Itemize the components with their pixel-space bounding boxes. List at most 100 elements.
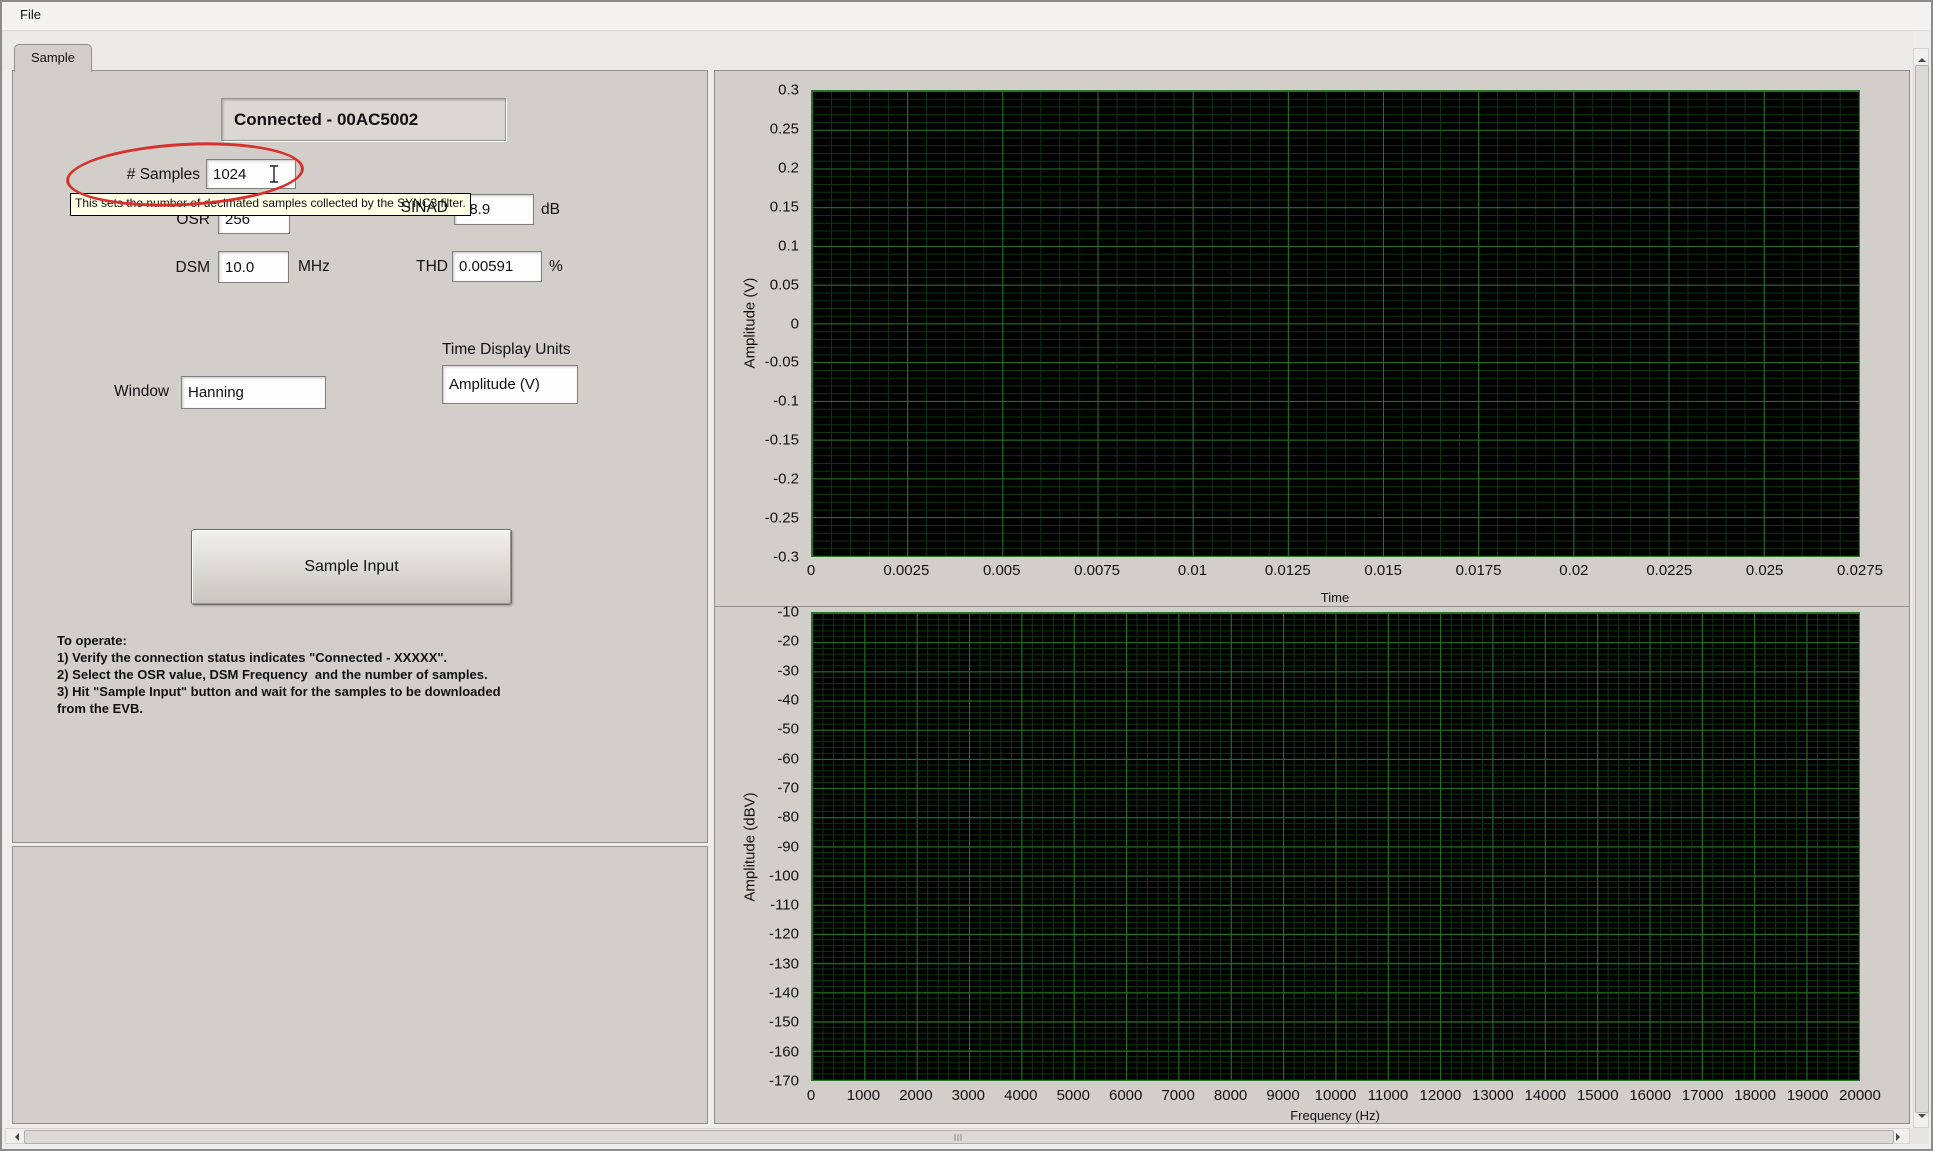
x-tick-label: 19000 [1787,1087,1829,1104]
time-plot-area [811,90,1860,557]
y-tick-label: -130 [769,955,799,972]
y-tick-label: -80 [777,809,799,826]
x-tick-label: 15000 [1577,1087,1619,1104]
tab-strip: Sample [2,31,1914,70]
sinad-unit: dB [541,201,560,219]
y-tick-label: 0.25 [770,120,799,137]
y-tick-label: -0.25 [765,510,799,527]
x-tick-label: 8000 [1214,1087,1247,1104]
x-tick-label: 9000 [1266,1087,1299,1104]
x-tick-label: 1000 [847,1087,880,1104]
window-label: Window [114,383,169,401]
vertical-scrollbar-thumb[interactable] [1915,65,1929,1113]
scroll-down-arrow-icon[interactable] [1918,1114,1926,1122]
y-tick-label: 0.05 [770,276,799,293]
x-tick-label: 13000 [1472,1087,1514,1104]
y-tick-label: -50 [777,721,799,738]
x-tick-label: 10000 [1315,1087,1357,1104]
instructions-line: To operate: [57,633,127,648]
menu-bar: File [2,2,1931,31]
x-tick-label: 0.0225 [1646,562,1692,579]
tab-sample[interactable]: Sample [14,44,92,72]
time-plot-x-ticks: 00.00250.0050.00750.010.01250.0150.01750… [811,562,1860,582]
menu-file[interactable]: File [10,2,51,27]
y-tick-label: -110 [770,897,799,914]
x-tick-label: 16000 [1629,1087,1671,1104]
y-tick-label: -90 [777,838,799,855]
x-tick-label: 20000 [1839,1087,1881,1104]
instructions-line: 2) Select the OSR value, DSM Frequency a… [57,667,488,682]
y-tick-label: -120 [769,926,799,943]
thd-unit: % [549,258,563,276]
instructions-line: from the EVB. [57,701,143,716]
y-tick-label: -160 [769,1043,799,1060]
scroll-up-arrow-icon[interactable] [1918,54,1926,62]
y-tick-label: -10 [777,604,799,621]
x-tick-label: 5000 [1057,1087,1090,1104]
freq-plot-area [811,612,1860,1081]
x-tick-label: 0.01 [1178,562,1207,579]
samples-label: # Samples [102,166,200,184]
x-tick-label: 14000 [1524,1087,1566,1104]
x-tick-label: 0.02 [1559,562,1588,579]
y-tick-label: 0.2 [778,159,799,176]
x-tick-label: 0.025 [1746,562,1784,579]
x-tick-label: 0.0025 [883,562,929,579]
x-tick-label: 0 [807,562,815,579]
y-tick-label: -60 [777,750,799,767]
y-tick-label: -70 [777,779,799,796]
x-tick-label: 0.0175 [1456,562,1502,579]
x-tick-label: 6000 [1109,1087,1142,1104]
y-tick-label: -0.15 [765,432,799,449]
y-tick-label: 0.1 [778,237,799,254]
x-tick-label: 0.0125 [1265,562,1311,579]
window-select[interactable]: Hanning [181,376,326,409]
x-tick-label: 18000 [1734,1087,1776,1104]
x-tick-label: 12000 [1420,1087,1462,1104]
x-tick-label: 11000 [1368,1087,1409,1104]
x-tick-label: 4000 [1004,1087,1037,1104]
time-plot-y-ticks: 0.30.250.20.150.10.050-0.05-0.1-0.15-0.2… [747,90,805,557]
x-tick-label: 17000 [1682,1087,1724,1104]
x-tick-label: 7000 [1161,1087,1194,1104]
x-tick-label: 0.005 [983,562,1021,579]
time-display-units-label: Time Display Units [442,341,571,359]
scroll-right-arrow-icon[interactable] [1896,1133,1904,1141]
y-tick-label: -40 [777,691,799,708]
y-tick-label: -20 [777,633,799,650]
sinad-label: SINAD [382,199,448,217]
scrollbar-grip-icon [955,1134,964,1141]
tab-sample-label: Sample [31,50,75,65]
thd-value: 0.00591 [452,251,542,282]
freq-plot-x-ticks: 0100020003000400050006000700080009000100… [811,1087,1860,1107]
dsm-label: DSM [122,259,210,277]
y-tick-label: 0 [791,315,799,332]
app-window: File Sample Connected - 00AC5002 # Sampl… [0,0,1933,1151]
thd-label: THD [382,258,448,276]
y-tick-label: 0.3 [778,82,799,99]
freq-plot-x-axis-title: Frequency (Hz) [1290,1108,1380,1123]
x-tick-label: 0.0075 [1074,562,1120,579]
x-tick-label: 0.0275 [1837,562,1883,579]
x-tick-label: 0 [807,1087,815,1104]
dsm-input[interactable] [218,251,289,283]
time-plot-x-axis-title: Time [1321,590,1349,605]
plot-panel-divider [715,606,1909,607]
horizontal-scrollbar-thumb[interactable] [24,1130,1894,1144]
freq-plot-y-ticks: -10-20-30-40-50-60-70-80-90-100-110-120-… [747,612,805,1081]
instructions-line: 3) Hit "Sample Input" button and wait fo… [57,684,501,699]
scroll-left-arrow-icon[interactable] [11,1133,19,1141]
y-tick-label: -0.1 [773,393,799,410]
control-panel [12,70,708,843]
instructions-text: To operate: 1) Verify the connection sta… [57,632,501,717]
sample-input-button[interactable]: Sample Input [191,529,512,605]
time-display-units-select[interactable]: Amplitude (V) [442,365,578,404]
samples-input[interactable] [206,159,296,189]
y-tick-label: -100 [769,867,799,884]
y-tick-label: 0.15 [770,198,799,215]
dsm-unit: MHz [298,258,330,276]
horizontal-scrollbar[interactable] [5,1128,1910,1144]
vertical-scrollbar[interactable] [1913,48,1929,1128]
y-tick-label: -0.3 [773,549,799,566]
lower-panel [12,846,708,1124]
